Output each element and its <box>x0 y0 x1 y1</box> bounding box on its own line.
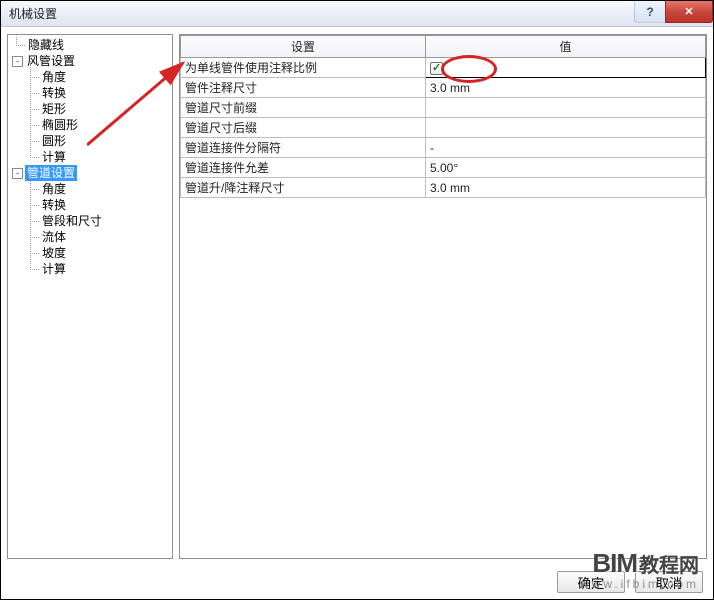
tree-root: 隐藏线 - 风管设置 角度 转换 矩形 椭圆形 圆形 <box>8 37 172 277</box>
tree-item[interactable]: 计算 <box>8 261 172 277</box>
tree-label: 隐藏线 <box>26 37 66 53</box>
help-button[interactable]: ? <box>634 1 666 23</box>
titlebar: 机械设置 ? ✕ <box>1 1 713 27</box>
setting-value[interactable]: - <box>426 138 706 158</box>
setting-name: 管道连接件允差 <box>181 158 426 178</box>
checkbox-icon[interactable] <box>430 62 443 75</box>
setting-value[interactable] <box>426 118 706 138</box>
tree-label: 椭圆形 <box>40 117 80 133</box>
setting-name: 为单线管件使用注释比例 <box>181 58 426 78</box>
collapse-toggle-icon[interactable]: - <box>12 168 23 179</box>
setting-value[interactable]: 5.00° <box>426 158 706 178</box>
tree-label: 圆形 <box>40 133 68 149</box>
tree-label: 转换 <box>40 197 68 213</box>
window-title: 机械设置 <box>9 5 57 22</box>
setting-name: 管件注释尺寸 <box>181 78 426 98</box>
table-row: 管道尺寸前缀 <box>181 98 706 118</box>
dialog-window: 机械设置 ? ✕ 隐藏线 <box>0 0 714 600</box>
table-row: 管道连接件分隔符 - <box>181 138 706 158</box>
settings-panel: 设置 值 为单线管件使用注释比例 管件注释尺寸 <box>179 34 707 559</box>
tree-item[interactable]: 计算 <box>8 149 172 165</box>
table-row: 管道尺寸后缀 <box>181 118 706 138</box>
tree-label: 流体 <box>40 229 68 245</box>
tree-label: 坡度 <box>40 245 68 261</box>
tree-label: 角度 <box>40 69 68 85</box>
setting-value[interactable]: 3.0 mm <box>426 78 706 98</box>
footer-buttons: 确定 取消 <box>557 571 703 593</box>
column-header-setting[interactable]: 设置 <box>181 36 426 58</box>
tree-label: 转换 <box>40 85 68 101</box>
ok-button[interactable]: 确定 <box>557 571 625 593</box>
setting-name: 管道升/降注释尺寸 <box>181 178 426 198</box>
setting-value[interactable]: 3.0 mm <box>426 178 706 198</box>
table-row: 为单线管件使用注释比例 <box>181 58 706 78</box>
table-row: 管道连接件允差 5.00° <box>181 158 706 178</box>
tree-connector <box>12 37 26 53</box>
setting-name: 管道尺寸后缀 <box>181 118 426 138</box>
tree-panel[interactable]: 隐藏线 - 风管设置 角度 转换 矩形 椭圆形 圆形 <box>7 34 173 559</box>
tree-item-hidden-lines[interactable]: 隐藏线 <box>8 37 172 53</box>
tree-label: 计算 <box>40 261 68 277</box>
help-icon: ? <box>646 5 653 19</box>
tree-label: 角度 <box>40 181 68 197</box>
setting-value[interactable] <box>426 98 706 118</box>
titlebar-buttons: ? ✕ <box>635 1 713 23</box>
close-button[interactable]: ✕ <box>665 1 713 23</box>
setting-value-checkbox[interactable] <box>426 58 706 78</box>
panels: 隐藏线 - 风管设置 角度 转换 矩形 椭圆形 圆形 <box>7 34 707 559</box>
tree-label: 管段和尺寸 <box>40 213 104 229</box>
table-row: 管件注释尺寸 3.0 mm <box>181 78 706 98</box>
table-row: 管道升/降注释尺寸 3.0 mm <box>181 178 706 198</box>
tree-label: 矩形 <box>40 101 68 117</box>
column-header-value[interactable]: 值 <box>426 36 706 58</box>
tree-label: 计算 <box>40 149 68 165</box>
dialog-body: 隐藏线 - 风管设置 角度 转换 矩形 椭圆形 圆形 <box>1 28 713 599</box>
close-icon: ✕ <box>684 5 693 18</box>
cancel-button[interactable]: 取消 <box>635 571 703 593</box>
setting-name: 管道尺寸前缀 <box>181 98 426 118</box>
setting-name: 管道连接件分隔符 <box>181 138 426 158</box>
collapse-toggle-icon[interactable]: - <box>12 56 23 67</box>
settings-table: 设置 值 为单线管件使用注释比例 管件注释尺寸 <box>180 35 706 198</box>
